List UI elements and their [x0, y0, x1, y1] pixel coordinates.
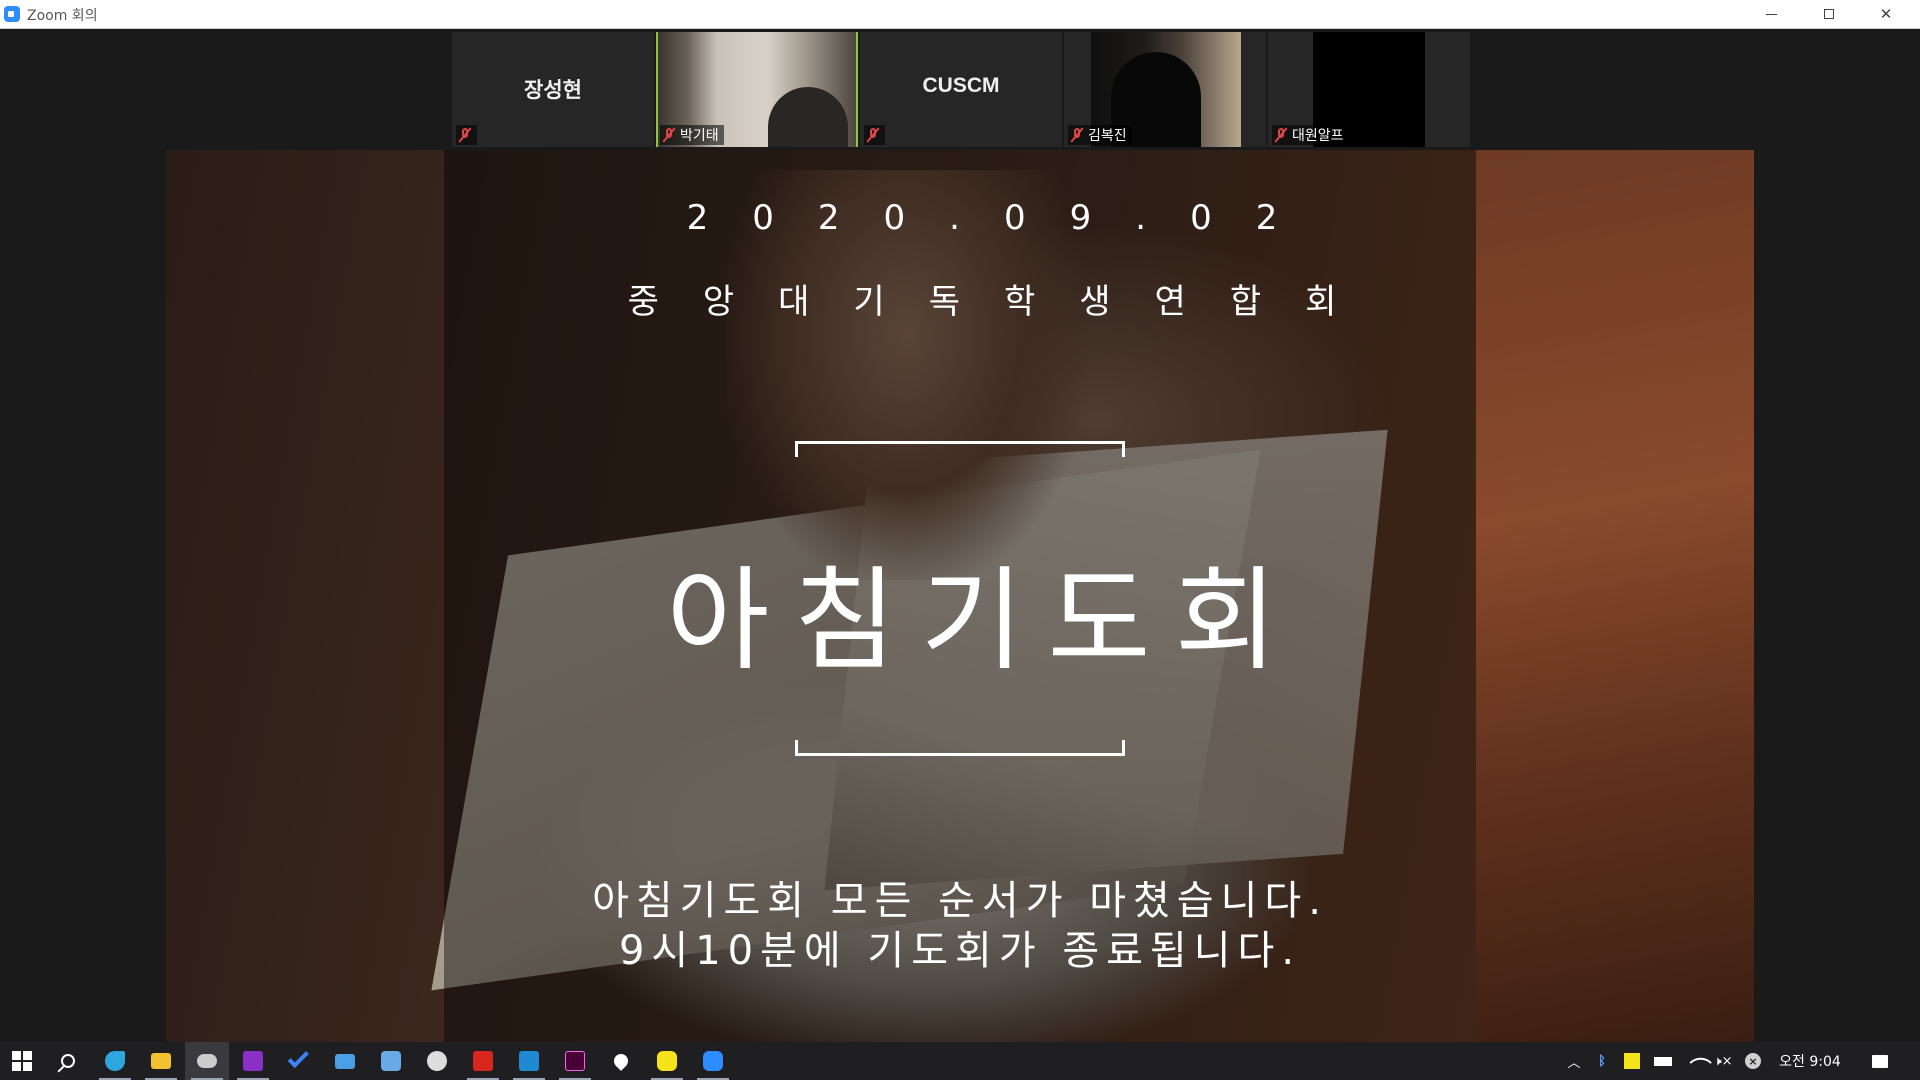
slide-date: 2020.09.02 [686, 198, 1322, 238]
title-bracket-top [795, 441, 1125, 457]
mic-muted-icon [866, 127, 880, 143]
participant-tile[interactable]: 김복진 [1064, 32, 1266, 147]
participant-name: CUSCM [922, 74, 1000, 97]
participant-tile[interactable]: 장성현 [452, 32, 654, 147]
participant-name: 장성현 [524, 79, 582, 102]
taskbar-kakaotalk[interactable] [645, 1042, 689, 1080]
taskbar-todo[interactable] [277, 1042, 321, 1080]
slide-message-line-2: 9시10분에 기도회가 종료됩니다. [618, 928, 1302, 974]
title-bracket-bottom [795, 740, 1125, 756]
mic-muted-icon [1274, 127, 1288, 143]
participant-name: 대원알프 [1292, 128, 1344, 144]
search-button[interactable] [46, 1042, 90, 1080]
sticky-notes-tray[interactable] [1620, 1042, 1644, 1080]
participant-tile[interactable]: 대원알프 [1268, 32, 1470, 147]
taskbar-onenote[interactable] [231, 1042, 275, 1080]
shield-icon [427, 1051, 447, 1071]
network-icon [381, 1051, 401, 1071]
xd-icon [565, 1051, 585, 1071]
taskbar-vscode[interactable] [507, 1042, 551, 1080]
clock[interactable]: 오전 9:04 [1770, 1042, 1850, 1080]
participant-label: 대원알프 [1272, 125, 1349, 145]
participant-label: 박기태 [660, 125, 724, 145]
wifi-icon [1689, 1051, 1712, 1074]
window-title-bar: Zoom 회의 ✕ [0, 0, 1920, 29]
slide-title: 아침기도회 [666, 556, 1302, 686]
taskbar-drop-app[interactable] [599, 1042, 643, 1080]
taskbar-acrobat[interactable] [461, 1042, 505, 1080]
mic-muted-icon [458, 127, 472, 143]
taskbar-zoom[interactable] [691, 1042, 735, 1080]
windows-logo-icon [12, 1051, 32, 1071]
folder-icon [151, 1053, 171, 1069]
bird-icon [105, 1051, 125, 1071]
participant-tile[interactable]: CUSCM [860, 32, 1062, 147]
vscode-icon [519, 1051, 539, 1071]
taskbar-network-app[interactable] [369, 1042, 413, 1080]
search-icon [61, 1054, 75, 1068]
volume-muted-icon: 🕨× [1713, 1053, 1733, 1069]
participant-name: 김복진 [1088, 128, 1127, 144]
drop-icon [611, 1051, 631, 1071]
sticky-note-icon [1624, 1053, 1640, 1069]
battery-icon [1654, 1056, 1672, 1066]
pdf-icon [473, 1051, 493, 1071]
chat-bubble-icon [657, 1051, 677, 1071]
taskbar-shield-app[interactable] [415, 1042, 459, 1080]
meeting-area: 장성현 박기태 CUSCM 김복진 대원알프 2020.09.02 중앙대기독학… [0, 29, 1920, 1043]
participant-label [456, 125, 477, 145]
start-button[interactable] [0, 1042, 44, 1080]
maximize-button[interactable] [1801, 0, 1857, 28]
chevron-up-icon: ︿ [1567, 1055, 1581, 1071]
participant-name: 박기태 [680, 128, 719, 144]
participant-label: 김복진 [1068, 125, 1132, 145]
participant-label [864, 125, 885, 145]
close-button[interactable]: ✕ [1858, 0, 1914, 28]
zoom-app-icon [4, 6, 20, 22]
bluetooth-tray[interactable]: ᛒ [1590, 1042, 1614, 1080]
cloud-icon [197, 1054, 217, 1068]
taskbar-file-explorer[interactable] [139, 1042, 183, 1080]
wifi-tray[interactable] [1682, 1042, 1712, 1080]
shared-screen-slide: 2020.09.02 중앙대기독학생연합회 아침기도회 아침기도회 모든 순서가… [166, 150, 1754, 1043]
onenote-icon [243, 1051, 263, 1071]
notification-icon [1872, 1054, 1888, 1068]
bluetooth-icon: ᛒ [1598, 1053, 1606, 1069]
monitor-icon [335, 1053, 355, 1069]
status-tray[interactable]: × [1740, 1042, 1766, 1080]
window-title: Zoom 회의 [27, 8, 98, 24]
minimize-button[interactable] [1743, 0, 1799, 28]
mic-muted-icon [662, 127, 676, 143]
participant-strip: 장성현 박기태 CUSCM 김복진 대원알프 [452, 32, 1470, 147]
close-circle-icon: × [1745, 1053, 1761, 1069]
taskbar-app-cloud[interactable] [185, 1042, 229, 1080]
battery-tray[interactable] [1650, 1042, 1676, 1080]
volume-tray[interactable]: 🕨× [1710, 1042, 1736, 1080]
participant-tile-active-speaker[interactable]: 박기태 [656, 32, 858, 147]
taskbar-remote-desktop[interactable] [323, 1042, 367, 1080]
action-center-button[interactable] [1860, 1042, 1900, 1080]
taskbar-app-bird[interactable] [93, 1042, 137, 1080]
taskbar-adobe-xd[interactable] [553, 1042, 597, 1080]
show-hidden-icons-button[interactable]: ︿ [1562, 1042, 1586, 1080]
zoom-icon [703, 1051, 723, 1071]
mic-muted-icon [1070, 127, 1084, 143]
check-icon [287, 1046, 309, 1069]
slide-organization: 중앙대기독학생연합회 [627, 282, 1381, 322]
windows-taskbar: ︿ ᛒ 🕨× × 오전 9:04 [0, 1042, 1920, 1080]
